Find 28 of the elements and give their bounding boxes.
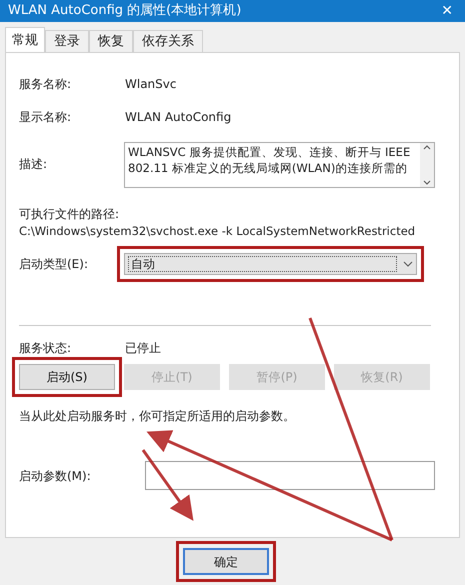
field-label: 服务名称:: [19, 76, 72, 93]
startup-type-dropdown[interactable]: 自动: [124, 253, 417, 275]
tab[interactable]: 依存关系: [133, 30, 203, 52]
scroll-up-icon[interactable]: [423, 145, 431, 150]
field-label: 可执行文件的路径:: [19, 206, 120, 223]
chevron-down-icon: [403, 261, 413, 267]
field-value: WLAN AutoConfig: [125, 109, 232, 126]
scroll-down-icon[interactable]: [423, 180, 431, 185]
field-label: 显示名称:: [19, 109, 72, 126]
field-value: WlanSvc: [125, 76, 176, 93]
field-label: 启动类型(E):: [19, 256, 89, 273]
ok-button[interactable]: 确定: [183, 548, 269, 575]
start-parameters-field[interactable]: [145, 461, 435, 490]
field-label: 服务状态:: [19, 340, 72, 357]
hint-text: 当从此处启动服务时，你可指定所适用的启动参数。: [19, 408, 296, 425]
path-text: C:\Windows\system32\svchost.exe -k LocalSystemNetworkRestricted: [19, 223, 416, 240]
scrollbar[interactable]: [420, 143, 434, 187]
close-button[interactable]: ✕: [437, 0, 457, 22]
description-text: WLANSVC 服务提供配置、发现、连接、断开与 IEEE 802.11 标准定义的无线局域网(WLAN)的连接所需的: [127, 144, 412, 177]
service-button[interactable]: 启动(S): [19, 364, 115, 390]
field-label: 描述:: [19, 156, 48, 173]
description-box[interactable]: WLANSVC 服务提供配置、发现、连接、断开与 IEEE 802.11 标准定义的无线局域网(WLAN)的连接所需的: [124, 142, 435, 188]
tab[interactable]: 常规: [5, 27, 45, 53]
tab[interactable]: 登录: [45, 30, 89, 52]
field-value: 已停止: [125, 340, 161, 357]
tab[interactable]: 恢复: [89, 30, 133, 52]
window-title: WLAN AutoConfig 的属性(本地计算机): [8, 2, 242, 20]
field-label: 启动参数(M):: [19, 468, 92, 484]
